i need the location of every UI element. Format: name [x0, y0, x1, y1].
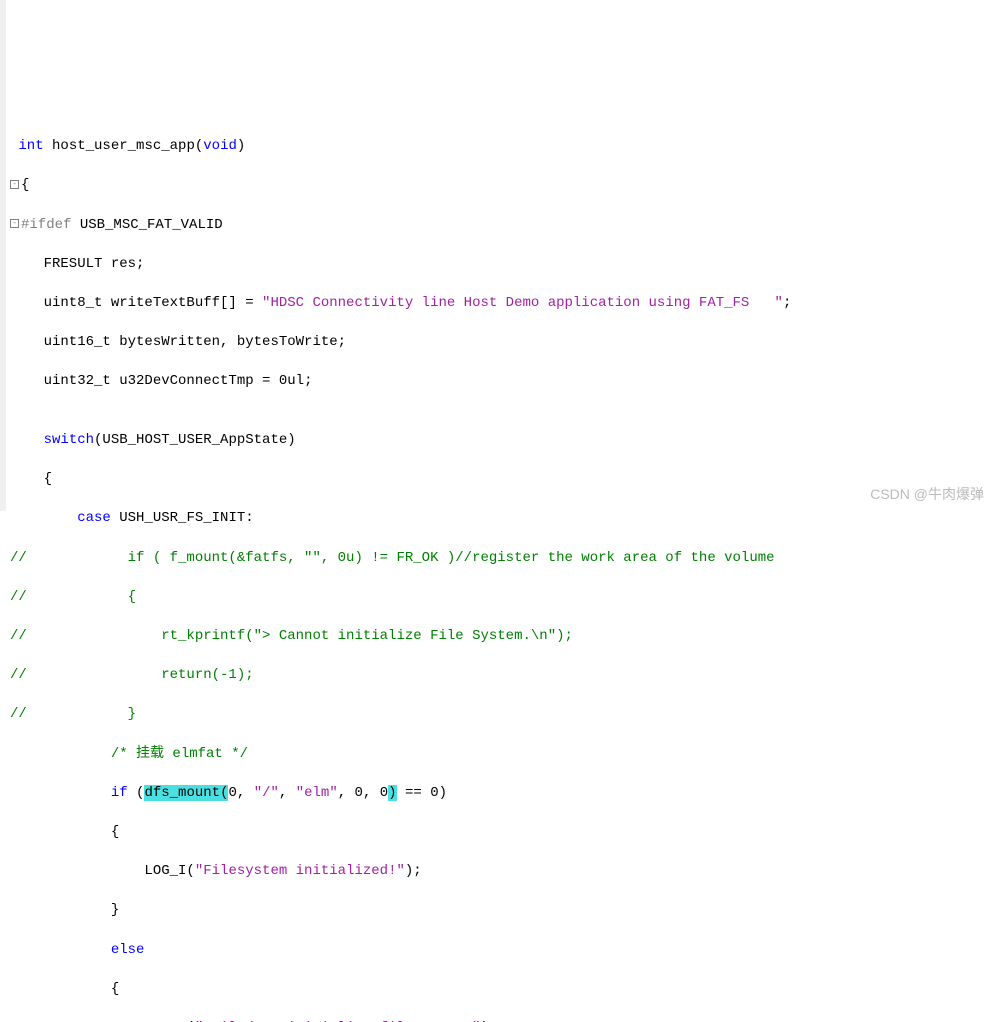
- keyword: case: [77, 510, 111, 526]
- highlighted-text: ): [388, 785, 396, 801]
- keyword: else: [111, 942, 145, 958]
- code-line: switch(USB_HOST_USER_AppState): [10, 431, 994, 451]
- code-line: -{: [10, 176, 994, 196]
- code-line: else: [10, 941, 994, 961]
- string-literal: "Filesystem initialized!": [195, 863, 405, 879]
- string-literal: "HDSC Connectivity line Host Demo applic…: [262, 295, 783, 311]
- gutter: [0, 0, 6, 511]
- comment-line: // rt_kprintf("> Cannot initialize File …: [10, 627, 994, 647]
- code-line: uint32_t u32DevConnectTmp = 0ul;: [10, 372, 994, 392]
- code-line: {: [10, 823, 994, 843]
- preprocessor: #ifdef: [21, 217, 71, 233]
- code-line: }: [10, 901, 994, 921]
- code-line: {: [10, 470, 994, 490]
- code-line: uint8_t writeTextBuff[] = "HDSC Connecti…: [10, 294, 994, 314]
- keyword: if: [111, 785, 128, 801]
- keyword: switch: [44, 432, 94, 448]
- highlighted-text: dfs_mount(: [144, 785, 228, 801]
- code-line: if (dfs_mount(0, "/", "elm", 0, 0) == 0): [10, 784, 994, 804]
- keyword: void: [203, 138, 237, 154]
- code-line: {: [10, 980, 994, 1000]
- fold-icon[interactable]: -: [10, 219, 19, 228]
- code-line: uint16_t bytesWritten, bytesToWrite;: [10, 333, 994, 353]
- code-line: int host_user_msc_app(void): [10, 137, 994, 157]
- comment-line: // }: [10, 705, 994, 725]
- fold-icon[interactable]: -: [10, 180, 19, 189]
- comment-line: // if ( f_mount(&fatfs, "", 0u) != FR_OK…: [10, 549, 994, 569]
- string-literal: "Failed to initialize filesystem!": [195, 1020, 481, 1022]
- code-line: case USH_USR_FS_INIT:: [10, 509, 994, 529]
- code-line: LOG_I("Filesystem initialized!");: [10, 862, 994, 882]
- code-editor[interactable]: int host_user_msc_app(void) -{ -#ifdef U…: [2, 118, 994, 1022]
- comment-line: // return(-1);: [10, 666, 994, 686]
- watermark: CSDN @牛肉爆弹: [870, 485, 984, 505]
- code-line: -#ifdef USB_MSC_FAT_VALID: [10, 216, 994, 236]
- keyword: int: [18, 138, 43, 154]
- code-line: FRESULT res;: [10, 255, 994, 275]
- code-line: LOG_E("Failed to initialize filesystem!"…: [10, 1019, 994, 1022]
- comment-line: /* 挂载 elmfat */: [10, 745, 994, 765]
- comment-line: // {: [10, 588, 994, 608]
